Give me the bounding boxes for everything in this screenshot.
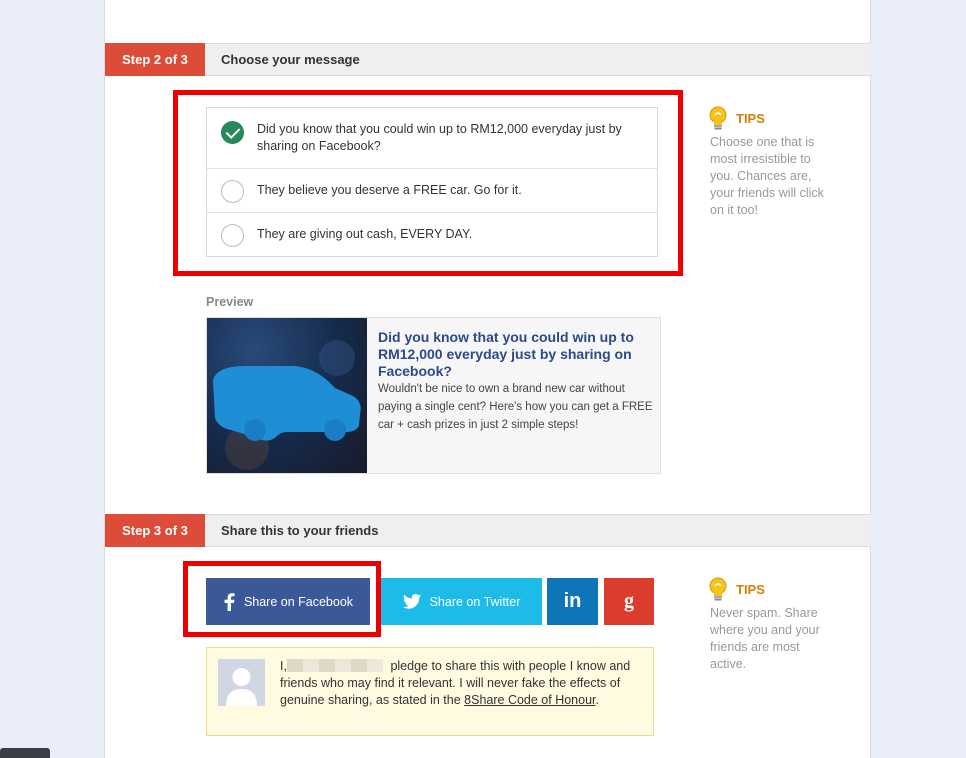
tips-heading: TIPS — [736, 582, 765, 597]
step-3-header: Step 3 of 3 Share this to your friends — [105, 514, 871, 547]
message-option-3[interactable]: They are giving out cash, EVERY DAY. — [207, 213, 657, 257]
message-option-text: They are giving out cash, EVERY DAY. — [257, 227, 473, 241]
twitter-icon — [402, 594, 421, 609]
lightbulb-icon — [709, 106, 727, 130]
message-option-text: They believe you deserve a FREE car. Go … — [257, 183, 522, 197]
pledge-text: I, pledge to share this with people I kn… — [280, 658, 640, 709]
message-option-1[interactable]: Did you know that you could win up to RM… — [207, 108, 657, 169]
share-linkedin-button[interactable]: in — [547, 578, 598, 625]
radio-button[interactable] — [221, 224, 244, 247]
tips-text: Never spam. Share where you and your fri… — [710, 606, 820, 671]
share-twitter-label: Share on Twitter — [429, 594, 521, 609]
share-google-plus-button[interactable]: g — [604, 578, 654, 625]
preview-description: Wouldn't be nice to own a brand new car … — [378, 383, 653, 431]
lightbulb-icon — [709, 577, 727, 601]
preview-card: Did you know that you could win up to RM… — [206, 317, 661, 474]
tips-heading: TIPS — [736, 111, 765, 126]
share-twitter-button[interactable]: Share on Twitter — [381, 578, 542, 625]
step-2-header: Step 2 of 3 Choose your message — [105, 43, 871, 76]
pledge-prefix: I, — [280, 659, 287, 673]
avatar — [218, 659, 265, 706]
blurred-user-name — [286, 659, 383, 672]
step-3-badge: Step 3 of 3 — [105, 514, 205, 547]
preview-image — [207, 318, 367, 473]
floating-tab[interactable] — [0, 748, 50, 758]
share-facebook-button[interactable]: Share on Facebook — [206, 578, 370, 625]
step-2-title: Choose your message — [221, 52, 360, 67]
facebook-icon — [224, 592, 235, 611]
step-3-title: Share this to your friends — [221, 523, 379, 538]
tips-text: Choose one that is most irresistible to … — [710, 135, 824, 217]
share-facebook-label: Share on Facebook — [243, 594, 354, 609]
car-silhouette — [213, 340, 361, 470]
code-of-honour-link[interactable]: 8Share Code of Honour — [464, 693, 595, 707]
pledge-box: I, pledge to share this with people I kn… — [206, 647, 654, 736]
page-container: Step 2 of 3 Choose your message Did you … — [104, 0, 871, 758]
linkedin-icon: in — [563, 590, 582, 612]
step-2-badge: Step 2 of 3 — [105, 43, 205, 76]
message-list: Did you know that you could win up to RM… — [206, 107, 658, 257]
message-option-text: Did you know that you could win up to RM… — [257, 122, 622, 153]
message-option-2[interactable]: They believe you deserve a FREE car. Go … — [207, 169, 657, 213]
pledge-suffix: . — [595, 693, 599, 707]
avatar-icon — [226, 668, 257, 706]
check-icon[interactable] — [221, 121, 244, 144]
radio-button[interactable] — [221, 180, 244, 203]
preview-label: Preview — [206, 295, 254, 309]
google-plus-icon: g — [624, 590, 634, 612]
preview-title: Did you know that you could win up to RM… — [378, 329, 634, 379]
